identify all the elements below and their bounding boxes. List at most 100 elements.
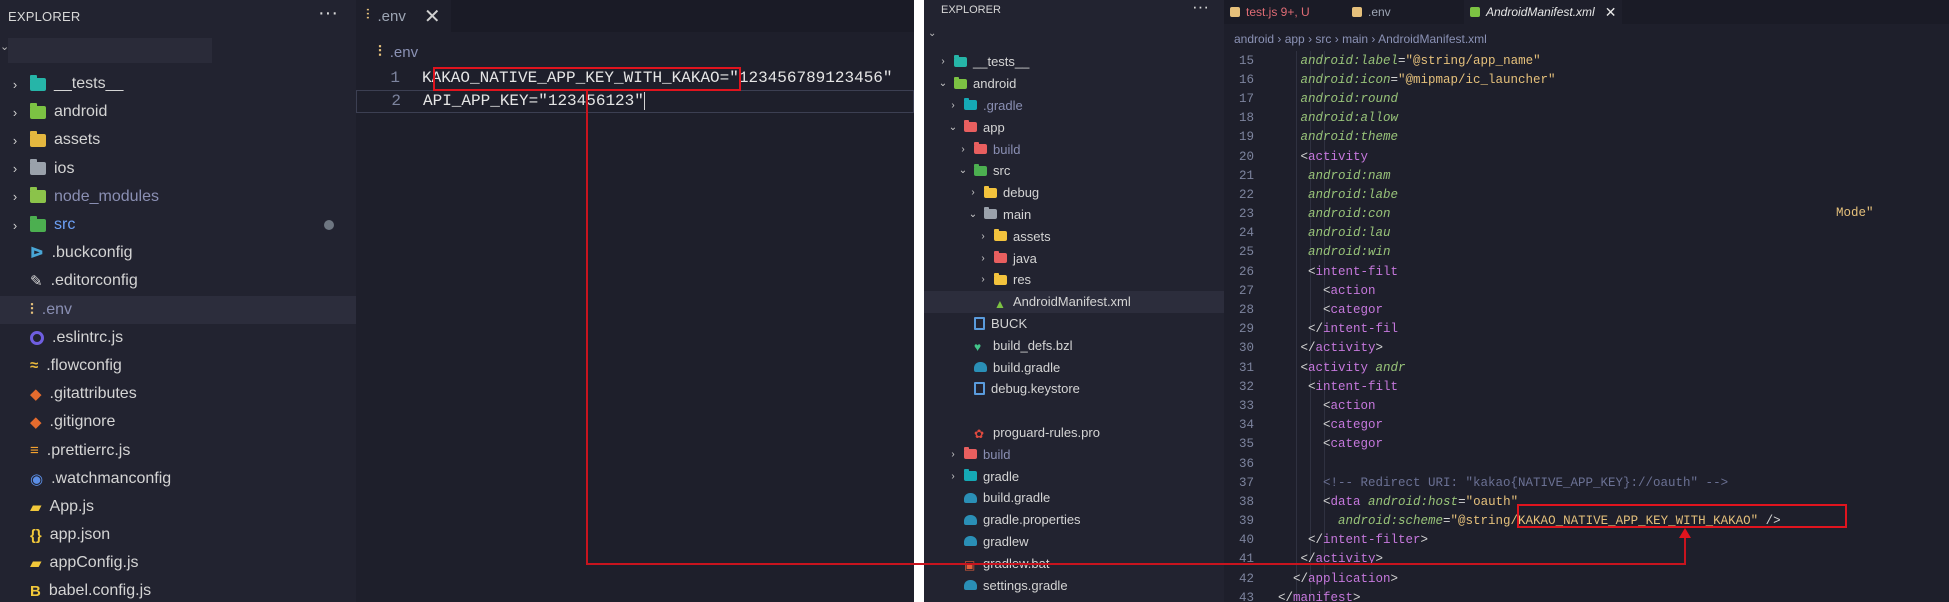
chevron-right-icon[interactable]: › bbox=[968, 187, 978, 198]
code-line[interactable]: 15 android:label="@string/app_name" bbox=[1224, 51, 1949, 70]
breadcrumb-item[interactable]: main bbox=[1342, 32, 1368, 46]
tree-item[interactable]: ⫶ .env bbox=[0, 295, 356, 324]
tree-item[interactable]: ▰ App.js bbox=[0, 493, 356, 521]
chevron-right-icon[interactable]: › bbox=[948, 449, 958, 460]
chevron-right-icon[interactable]: › bbox=[978, 253, 988, 264]
line-number: 34 bbox=[1238, 418, 1254, 433]
folder-tests-icon bbox=[30, 74, 46, 91]
tree-item[interactable]: gradlew bbox=[924, 531, 1224, 553]
code-line[interactable]: 41 </activity> bbox=[1224, 550, 1949, 569]
tree-item[interactable]: ♥ build_defs.bzl bbox=[924, 334, 1224, 356]
breadcrumb-item[interactable]: android bbox=[1234, 32, 1274, 46]
code-text: android:allow bbox=[1300, 111, 1399, 126]
code-line[interactable]: 36 bbox=[1224, 454, 1949, 473]
chevron-right-icon[interactable]: › bbox=[8, 161, 22, 176]
tree-item[interactable]: › java bbox=[924, 247, 1224, 269]
breadcrumb-separator: › bbox=[1331, 32, 1343, 46]
tree-item-label: build bbox=[993, 141, 1021, 157]
tree-item[interactable]: debug.keystore bbox=[924, 378, 1224, 400]
tree-item[interactable]: ⌄ app bbox=[924, 116, 1224, 138]
tab-env[interactable]: .env bbox=[1346, 0, 1397, 24]
tree-item[interactable]: ▰ appConfig.js bbox=[0, 549, 356, 577]
tree-item[interactable]: › res bbox=[924, 269, 1224, 291]
line-number: 16 bbox=[1238, 72, 1254, 87]
tree-item[interactable]: ✎ .editorconfig bbox=[0, 267, 356, 295]
tree-item[interactable]: ✿ proguard-rules.pro bbox=[924, 422, 1224, 444]
chevron-right-icon[interactable]: › bbox=[8, 133, 22, 148]
tree-item[interactable]: › assets bbox=[0, 126, 356, 154]
tree-item[interactable]: .eslintrc.js bbox=[0, 324, 356, 352]
code-line[interactable]: 37 <!-- Redirect URI: "kakao{NATIVE_APP_K… bbox=[1224, 473, 1949, 492]
collapse-chevron-icon[interactable]: ⌄ bbox=[928, 28, 936, 39]
tree-item[interactable]: ≡ .prettierrc.js bbox=[0, 436, 356, 464]
chevron-right-icon[interactable]: › bbox=[8, 218, 22, 233]
tree-item[interactable]: ◆ .gitignore bbox=[0, 408, 356, 436]
chevron-right-icon[interactable]: › bbox=[8, 189, 22, 204]
tab-test-js[interactable]: test.js 9+, U bbox=[1224, 0, 1316, 24]
chevron-down-icon[interactable]: ⌄ bbox=[948, 122, 958, 133]
code-line[interactable]: 42 </application> bbox=[1224, 569, 1949, 588]
tree-item[interactable]: gradle.properties bbox=[924, 509, 1224, 531]
breadcrumb-file[interactable]: .env bbox=[390, 44, 418, 61]
tab-env[interactable]: ⫶ .env ✕ bbox=[356, 0, 451, 32]
line-number: 28 bbox=[1238, 303, 1254, 318]
tree-item[interactable]: settings.gradle bbox=[924, 574, 1224, 596]
tree-item[interactable] bbox=[924, 400, 1224, 422]
tree-item[interactable]: ≈ .flowconfig bbox=[0, 352, 356, 380]
tree-item[interactable]: ◉ .watchmanconfig bbox=[0, 465, 356, 493]
tree-item[interactable]: ⌄ src bbox=[924, 160, 1224, 182]
tree-item[interactable]: › __tests__ bbox=[924, 51, 1224, 73]
chevron-down-icon[interactable]: ⌄ bbox=[958, 165, 968, 176]
tree-item[interactable]: ⌄ android bbox=[924, 73, 1224, 95]
tree-item[interactable]: › debug bbox=[924, 182, 1224, 204]
code-text: </application> bbox=[1293, 571, 1399, 586]
tree-item[interactable]: › src bbox=[0, 211, 356, 239]
chevron-right-icon[interactable]: › bbox=[948, 100, 958, 111]
tree-item[interactable]: build.gradle bbox=[924, 356, 1224, 378]
more-actions-icon[interactable]: ··· bbox=[318, 2, 338, 25]
tree-item[interactable]: › gradle bbox=[924, 465, 1224, 487]
code-line[interactable]: 16 android:icon="@mipmap/ic_launcher" bbox=[1224, 70, 1949, 89]
tree-item[interactable]: ◆ .gitattributes bbox=[0, 380, 356, 408]
chevron-right-icon[interactable]: › bbox=[958, 144, 968, 155]
tree-item[interactable]: › assets bbox=[924, 225, 1224, 247]
code-line[interactable]: 43 </manifest> bbox=[1224, 588, 1949, 602]
chevron-right-icon[interactable]: › bbox=[978, 274, 988, 285]
more-actions-icon[interactable]: ··· bbox=[1192, 0, 1209, 17]
close-icon[interactable]: ✕ bbox=[424, 4, 441, 29]
line-number: 20 bbox=[1238, 149, 1254, 164]
code-line[interactable]: 40 </intent-filter> bbox=[1224, 531, 1949, 550]
tree-item[interactable]: BUCK bbox=[924, 313, 1224, 335]
chevron-right-icon[interactable]: › bbox=[8, 77, 22, 92]
tree-item[interactable]: › android bbox=[0, 98, 356, 126]
breadcrumb-item[interactable]: app bbox=[1285, 32, 1305, 46]
breadcrumb-item[interactable]: AndroidManifest.xml bbox=[1378, 32, 1487, 46]
chevron-right-icon[interactable]: › bbox=[8, 105, 22, 120]
tree-item[interactable]: › ios bbox=[0, 155, 356, 183]
breadcrumb-item[interactable]: src bbox=[1315, 32, 1331, 46]
explorer-section-header[interactable] bbox=[8, 38, 212, 63]
tree-item[interactable]: build.gradle bbox=[924, 487, 1224, 509]
chevron-down-icon[interactable]: ⌄ bbox=[968, 209, 978, 220]
close-icon[interactable]: ✕ bbox=[1605, 4, 1617, 21]
chevron-right-icon[interactable]: › bbox=[978, 231, 988, 242]
line-number: 25 bbox=[1238, 245, 1254, 260]
tree-item[interactable]: › build bbox=[924, 138, 1224, 160]
chevron-right-icon[interactable]: › bbox=[948, 471, 958, 482]
tree-item[interactable]: ⌄ main bbox=[924, 204, 1224, 226]
chevron-down-icon[interactable]: ⌄ bbox=[938, 78, 948, 89]
tree-item[interactable]: {} app.json bbox=[0, 521, 356, 549]
tree-item[interactable]: Bbabel.config.js bbox=[0, 577, 356, 602]
tree-item[interactable]: › build bbox=[924, 443, 1224, 465]
breadcrumb[interactable]: ⫶ .env bbox=[378, 43, 418, 62]
breadcrumb[interactable]: android › app › src › main › AndroidMani… bbox=[1234, 32, 1487, 46]
code-line[interactable]: 2 API_APP_KEY = "123456123" bbox=[356, 89, 914, 113]
tree-item[interactable]: ▲ AndroidManifest.xml bbox=[924, 290, 1224, 313]
tree-item[interactable]: › node_modules bbox=[0, 183, 356, 211]
chevron-right-icon[interactable]: › bbox=[938, 56, 948, 67]
tree-item[interactable]: › __tests__ bbox=[0, 70, 356, 98]
tree-item[interactable]: ᐅ .buckconfig bbox=[0, 239, 356, 267]
tree-item[interactable]: › .gradle bbox=[924, 95, 1224, 117]
code-text: android:round bbox=[1300, 91, 1399, 106]
tab-android-manifest[interactable]: AndroidManifest.xml ✕ bbox=[1464, 0, 1623, 24]
